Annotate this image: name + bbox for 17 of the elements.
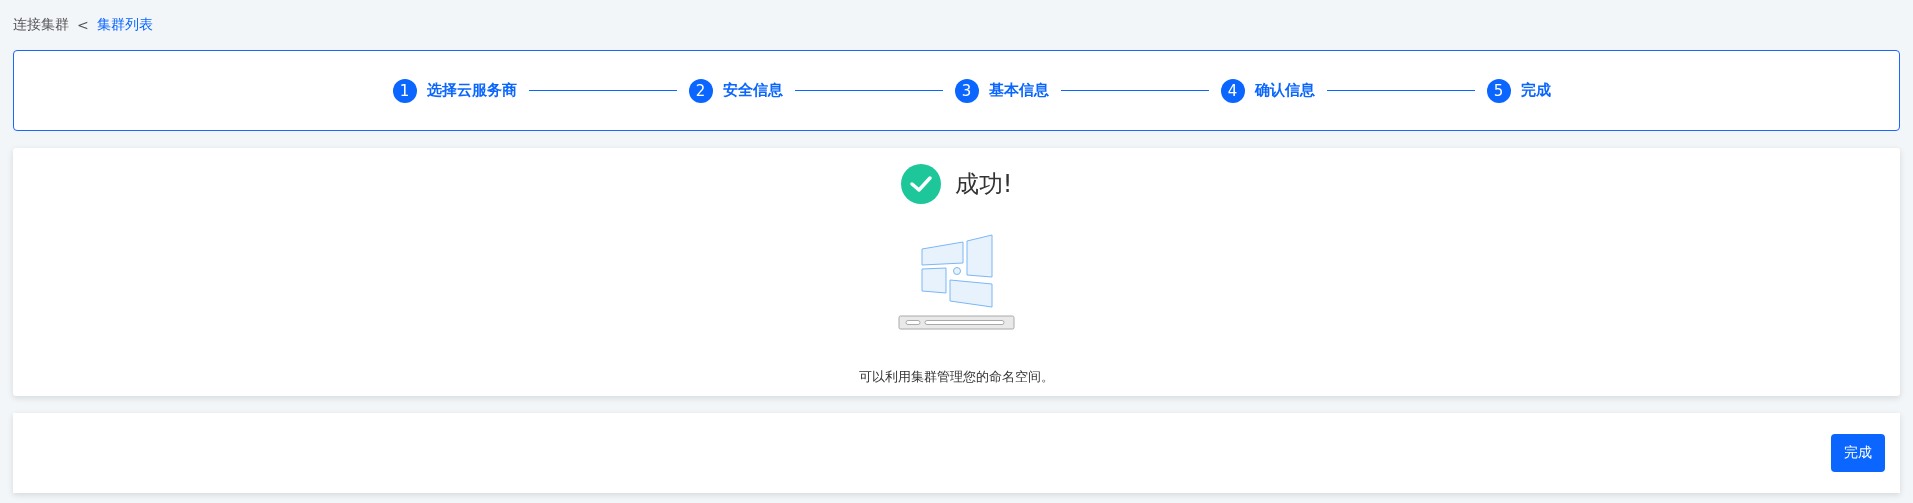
breadcrumb-item: 连接集群 xyxy=(13,16,69,34)
result-message: 可以利用集群管理您的命名空间。 xyxy=(859,368,1054,386)
step-label: 安全信息 xyxy=(722,81,783,100)
step-number: 3 xyxy=(954,78,979,103)
step-label: 基本信息 xyxy=(988,81,1049,100)
step-number: 4 xyxy=(1220,78,1245,103)
step-number: 5 xyxy=(1486,78,1511,103)
step-number: 2 xyxy=(688,78,713,103)
success-check-icon xyxy=(900,164,941,204)
step-label: 选择云服务商 xyxy=(426,81,517,100)
step-number: 1 xyxy=(392,78,417,103)
breadcrumb-link[interactable]: 集群列表 xyxy=(96,16,153,34)
breadcrumb-separator: < xyxy=(77,17,89,33)
step-label: 确认信息 xyxy=(1254,81,1315,100)
step-label: 完成 xyxy=(1520,81,1551,100)
finish-button[interactable]: 完成 xyxy=(1831,434,1885,472)
result-title: 成功! xyxy=(954,169,1013,200)
